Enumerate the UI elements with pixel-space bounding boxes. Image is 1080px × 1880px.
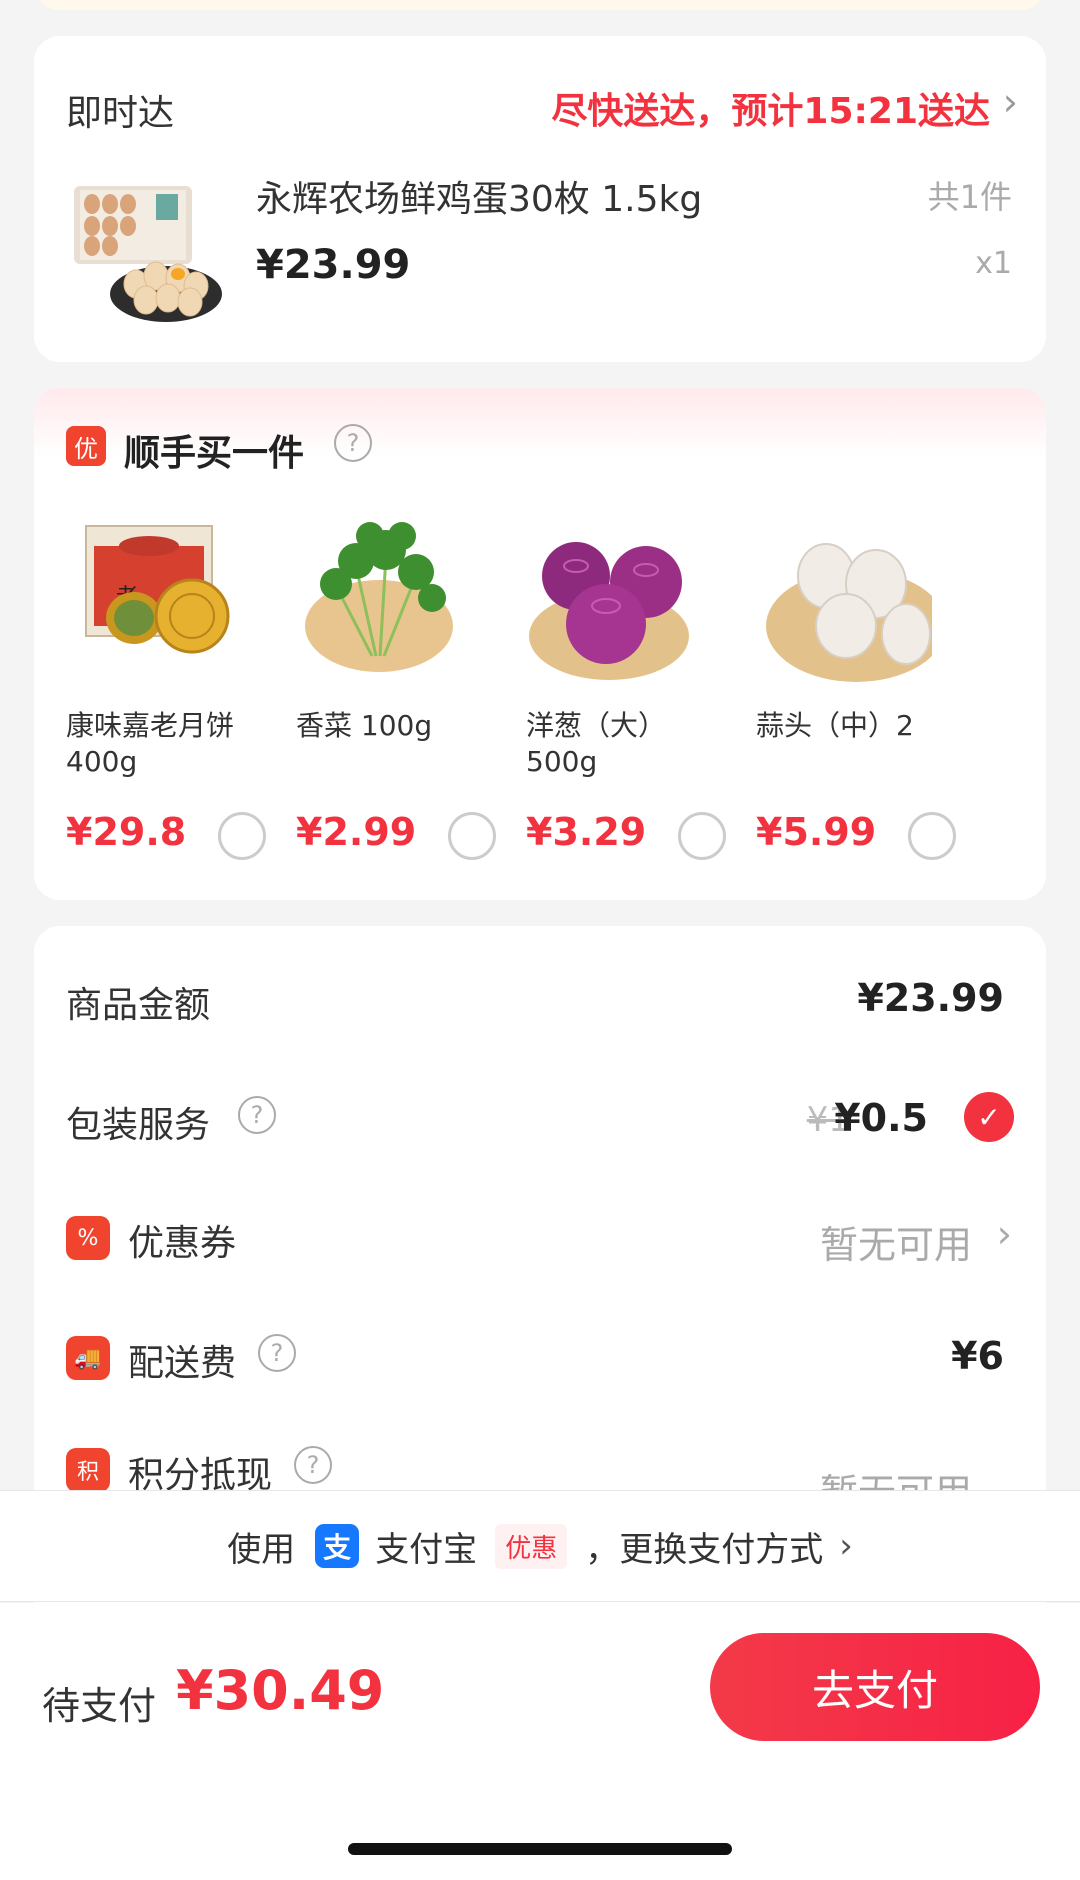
coupon-icon: % <box>66 1216 110 1260</box>
pay-button[interactable]: 去支付 <box>710 1633 1040 1741</box>
coupon-row[interactable]: % 优惠券 暂无可用 › <box>34 1194 1046 1274</box>
product-image-eggs[interactable] <box>70 176 222 326</box>
packaging-label: 包装服务 <box>66 1105 211 1146</box>
help-icon[interactable]: ? <box>258 1334 296 1372</box>
packaging-price: ¥0.5 <box>834 1096 928 1140</box>
delivery-truck-icon: 🚚 <box>66 1336 110 1380</box>
points-icon: 积 <box>66 1448 110 1492</box>
delivery-card: 即时达 尽快送达，预计15:21送达 › 永辉农场鲜鸡蛋30枚 1.5kg 共1… <box>34 36 1046 362</box>
addon-item-price: ¥2.99 <box>296 810 417 854</box>
addon-item[interactable]: 老 康味嘉老月饼400g ¥29.8 <box>34 498 266 878</box>
product-name[interactable]: 永辉农场鲜鸡蛋30枚 1.5kg <box>256 170 702 222</box>
cilantro-image <box>286 506 472 686</box>
onion-image <box>516 506 702 686</box>
chevron-right-icon[interactable]: › <box>997 1212 1012 1256</box>
mooncake-image: 老 <box>56 506 242 686</box>
addon-select-radio[interactable] <box>908 812 956 860</box>
chevron-right-icon[interactable]: › <box>839 1526 853 1566</box>
payment-method-bar[interactable]: 使用 支 支付宝 优惠 ，更换支付方式 › <box>0 1490 1080 1602</box>
top-strip <box>0 0 1080 12</box>
chevron-right-icon[interactable]: › <box>1003 80 1018 124</box>
goods-amount-value: ¥23.99 <box>857 976 1004 1020</box>
shipping-value: ¥6 <box>951 1334 1004 1378</box>
payment-prefix: 使用 <box>227 1529 296 1570</box>
coupon-label: 优惠券 <box>128 1223 237 1264</box>
total-amount: ¥30.49 <box>176 1659 385 1722</box>
addon-item-price: ¥5.99 <box>756 810 877 854</box>
goods-amount-row: 商品金额 ¥23.99 <box>34 956 1046 1036</box>
addon-select-radio[interactable] <box>448 812 496 860</box>
addon-card: 优 顺手买一件 ? 老 康味嘉老月饼400g ¥29.8 <box>34 388 1046 900</box>
addon-item-price: ¥29.8 <box>66 810 187 854</box>
garlic-image <box>746 506 946 686</box>
home-indicator[interactable] <box>348 1843 732 1855</box>
addon-item-name: 洋葱（大）500g <box>526 709 667 778</box>
product-price: ¥23.99 <box>256 242 411 288</box>
help-icon[interactable]: ? <box>294 1446 332 1484</box>
delivery-title: 即时达 <box>66 93 175 134</box>
discount-badge-icon: 优 <box>66 426 106 466</box>
shipping-label: 配送费 <box>128 1343 237 1384</box>
coupon-value: 暂无可用 <box>819 1223 972 1267</box>
goods-amount-label: 商品金额 <box>66 985 211 1026</box>
packaging-row[interactable]: 包装服务 ? ¥1 ¥0.5 ✓ <box>34 1076 1046 1156</box>
addon-item-name: 康味嘉老月饼400g <box>66 709 235 778</box>
pay-bar: 待支付 ¥30.49 去支付 <box>0 1603 1080 1880</box>
addon-item-name: 香菜 100g <box>296 709 433 742</box>
addon-title: 顺手买一件 <box>124 433 305 474</box>
top-strip-card <box>34 0 1046 10</box>
shipping-row: 🚚 配送费 ? ¥6 <box>34 1314 1046 1394</box>
help-icon[interactable]: ? <box>238 1096 276 1134</box>
product-quantity: x1 <box>975 246 1012 281</box>
delivery-eta[interactable]: 尽快送达，预计15:21送达 <box>551 82 990 134</box>
addon-carousel[interactable]: 老 康味嘉老月饼400g ¥29.8 <box>34 498 1046 878</box>
addon-item[interactable]: 蒜头（中）2 ¥5.99 <box>724 498 956 878</box>
change-payment-text[interactable]: ，更换支付方式 <box>585 1522 823 1571</box>
addon-select-radio[interactable] <box>218 812 266 860</box>
payment-method-name: 支付宝 <box>375 1529 478 1570</box>
addon-select-radio[interactable] <box>678 812 726 860</box>
help-icon[interactable]: ? <box>334 424 372 462</box>
addon-item[interactable]: 洋葱（大）500g ¥3.29 <box>494 498 726 878</box>
to-pay-label: 待支付 <box>42 1684 157 1728</box>
addon-item-name: 蒜头（中）2 <box>756 709 914 742</box>
promo-tag: 优惠 <box>495 1523 568 1569</box>
addon-item-price: ¥3.29 <box>526 810 647 854</box>
alipay-icon: 支 <box>315 1524 360 1568</box>
addon-item[interactable]: 香菜 100g ¥2.99 <box>264 498 496 878</box>
checkmark-icon[interactable]: ✓ <box>964 1092 1014 1142</box>
item-count: 共1件 <box>927 178 1012 216</box>
